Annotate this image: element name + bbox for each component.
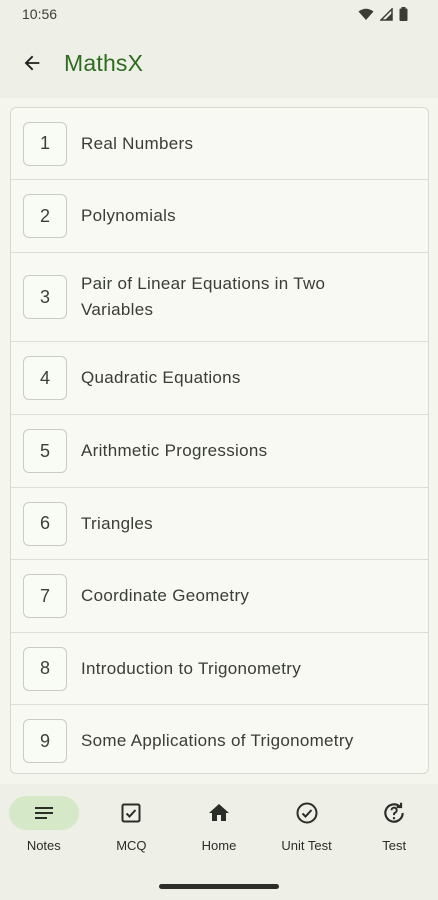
check-circle-icon xyxy=(296,802,318,824)
arrow-back-icon xyxy=(24,55,40,71)
chapter-title: Introduction to Trigonometry xyxy=(81,658,302,678)
chapter-title: Some Applications of Trigonometry xyxy=(81,731,354,750)
nav-item-test[interactable]: Test xyxy=(350,796,438,864)
chapter-number: 4 xyxy=(23,356,67,400)
status-icons xyxy=(358,7,408,21)
chapter-item-5[interactable]: 5 Arithmetic Progressions xyxy=(11,415,428,488)
nav-item-notes[interactable]: Notes xyxy=(0,796,88,864)
wifi-icon xyxy=(358,8,374,20)
battery-icon xyxy=(399,7,408,21)
chapter-number: 3 xyxy=(23,275,67,319)
chapter-item-8[interactable]: 8 Introduction to Trigonometry xyxy=(11,633,428,705)
nav-label: Test xyxy=(382,838,407,853)
app-title: MathsX xyxy=(64,49,144,76)
chapter-number: 8 xyxy=(23,646,67,691)
status-time: 10:56 xyxy=(22,6,58,22)
chapter-number: 7 xyxy=(23,574,67,618)
checkbox-icon xyxy=(121,803,141,823)
nav-item-mcq[interactable]: MCQ xyxy=(88,796,176,864)
chapter-number: 9 xyxy=(23,719,67,763)
bottom-navigation: Notes MCQ Home Unit Test Test xyxy=(0,784,438,900)
chapter-title: Arithmetic Progressions xyxy=(81,441,268,460)
chapter-title: Triangles xyxy=(81,513,153,533)
notes-icon xyxy=(34,807,53,819)
nav-label: MCQ xyxy=(116,838,147,853)
back-button[interactable] xyxy=(8,39,56,87)
chapter-item-4[interactable]: 4 Quadratic Equations xyxy=(11,342,428,415)
chapter-number: 6 xyxy=(23,501,67,546)
nav-label: Unit Test xyxy=(281,838,332,853)
chapter-item-1[interactable]: 1 Real Numbers xyxy=(11,108,428,180)
chapter-item-6[interactable]: 6 Triangles xyxy=(11,488,428,560)
status-bar: 10:56 xyxy=(0,0,438,28)
chapter-list: 1 Real Numbers 2 Polynomials 3 Pair of L… xyxy=(10,107,429,774)
home-indicator[interactable] xyxy=(159,884,279,889)
chapter-title: Real Numbers xyxy=(81,133,194,153)
chapter-item-7[interactable]: 7 Coordinate Geometry xyxy=(11,560,428,633)
cellular-icon xyxy=(380,7,393,21)
chapter-item-9[interactable]: 9 Some Applications of Trigonometry xyxy=(11,705,428,773)
chapter-number: 5 xyxy=(23,429,67,473)
chapter-number: 1 xyxy=(23,121,67,166)
nav-item-home[interactable]: Home xyxy=(175,796,263,864)
chapter-item-2[interactable]: 2 Polynomials xyxy=(11,180,428,253)
home-icon xyxy=(208,804,229,821)
chapter-item-3[interactable]: 3 Pair of Linear Equations in Two Variab… xyxy=(11,253,428,342)
chapter-title: Coordinate Geometry xyxy=(81,586,250,605)
chapter-title: Polynomials xyxy=(81,206,176,225)
quiz-icon xyxy=(384,802,404,823)
nav-label: Home xyxy=(201,838,237,853)
app-bar: MathsX xyxy=(0,28,438,98)
chapter-number: 2 xyxy=(23,194,67,238)
chapter-title: Quadratic Equations xyxy=(81,368,241,387)
chapter-title: Pair of Linear Equations in Two Variable… xyxy=(81,274,326,319)
nav-label: Notes xyxy=(26,838,61,853)
nav-item-unit-test[interactable]: Unit Test xyxy=(263,796,351,864)
